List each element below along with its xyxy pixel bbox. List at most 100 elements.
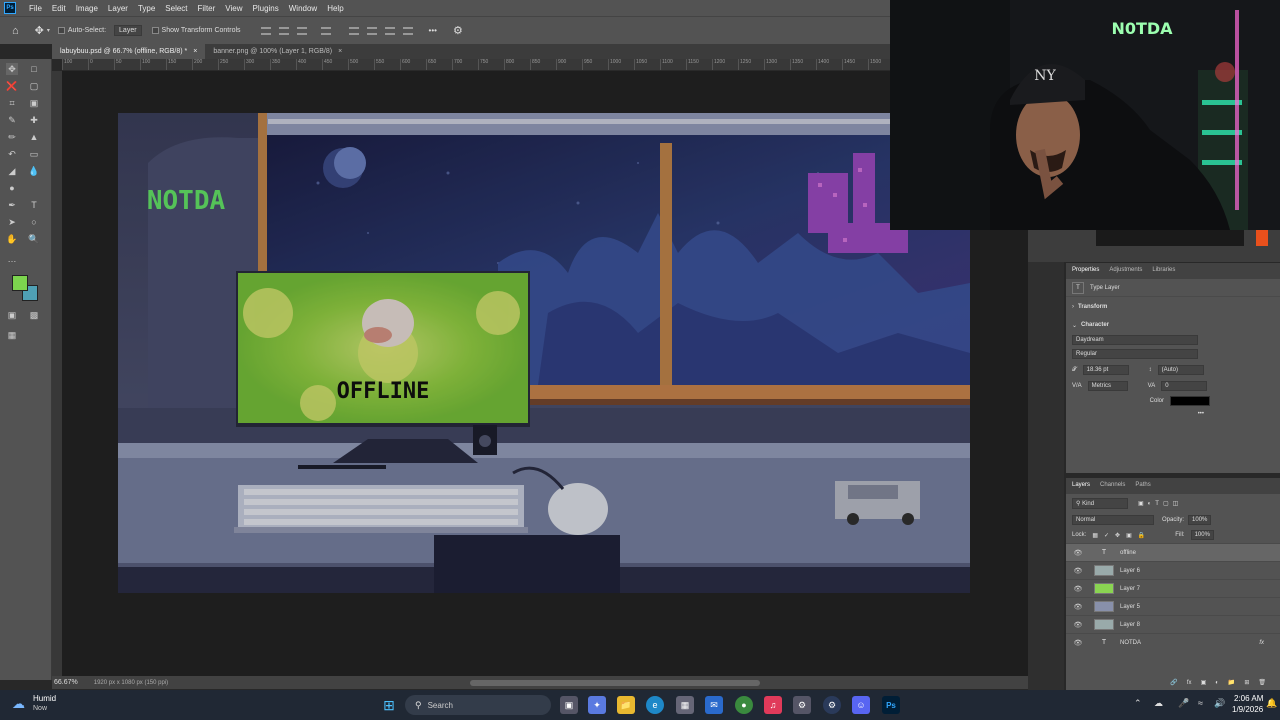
move-tool-icon[interactable]: ✥ bbox=[6, 63, 18, 75]
healing-icon[interactable]: ✚ bbox=[28, 114, 40, 126]
kerning-field[interactable]: Metrics bbox=[1087, 381, 1128, 391]
menu-select[interactable]: Select bbox=[160, 4, 192, 13]
chevron-up-icon[interactable]: ⌃ bbox=[1134, 698, 1142, 709]
blur-tool-icon[interactable]: 💧 bbox=[28, 165, 40, 177]
lock-paint-icon[interactable]: ✓ bbox=[1104, 532, 1109, 539]
chevron-down-icon[interactable]: ⌄ bbox=[1072, 322, 1077, 329]
discord-icon[interactable]: ☺ bbox=[852, 696, 870, 714]
tab-channels[interactable]: Channels bbox=[1100, 482, 1125, 490]
lock-position-icon[interactable]: ✥ bbox=[1115, 532, 1120, 539]
visibility-eye-icon[interactable]: 👁 bbox=[1072, 603, 1084, 611]
start-icon[interactable]: ⊞ bbox=[380, 696, 398, 714]
pen-tool-icon[interactable]: ✒ bbox=[6, 199, 18, 211]
trash-icon[interactable]: 🗑 bbox=[1258, 679, 1266, 686]
zoom-level[interactable]: 66.67% bbox=[54, 679, 78, 686]
chevron-right-icon[interactable]: › bbox=[1072, 304, 1074, 310]
tracking-field[interactable]: 0 bbox=[1161, 381, 1208, 391]
music-icon[interactable]: ♫ bbox=[764, 696, 782, 714]
layer-row[interactable]: 👁 Layer 8 bbox=[1066, 615, 1280, 633]
adjustment-layer-icon[interactable]: ◐ bbox=[1215, 680, 1219, 686]
menu-help[interactable]: Help bbox=[322, 4, 348, 13]
eraser-tool-icon[interactable]: ▭ bbox=[28, 148, 40, 160]
distribute-icon[interactable] bbox=[320, 26, 331, 35]
wifi-icon[interactable]: ≈ bbox=[1198, 698, 1203, 708]
filter-adjust-icon[interactable]: ◐ bbox=[1148, 501, 1152, 507]
screen-mode-icon[interactable]: ▩ bbox=[28, 309, 40, 321]
document-info[interactable]: 1920 px x 1080 px (150 ppi) bbox=[94, 680, 168, 686]
menu-edit[interactable]: Edit bbox=[47, 4, 71, 13]
volume-icon[interactable]: 🔊 bbox=[1214, 698, 1225, 709]
more-options-button[interactable]: ••• bbox=[1198, 411, 1204, 417]
path-select-icon[interactable]: ➤ bbox=[6, 216, 18, 228]
mail-icon[interactable]: ✉ bbox=[705, 696, 723, 714]
weather-title[interactable]: Humid bbox=[33, 694, 56, 703]
tab-labuybuu[interactable]: labuybuu.psd @ 66.7% (offline, RGB/8) * × bbox=[52, 44, 206, 59]
edit-toolbar-icon[interactable]: ▦ bbox=[6, 329, 18, 341]
file-explorer-icon[interactable]: 📁 bbox=[617, 696, 635, 714]
chrome-icon[interactable]: ● bbox=[735, 696, 753, 714]
distribute-vertical-icon[interactable] bbox=[402, 26, 413, 35]
fx-badge[interactable]: fx bbox=[1259, 640, 1264, 646]
visibility-eye-icon[interactable]: 👁 bbox=[1072, 585, 1084, 593]
transform-section[interactable]: Transform bbox=[1078, 304, 1107, 310]
lock-artboard-icon[interactable]: ▣ bbox=[1126, 532, 1132, 539]
visibility-eye-icon[interactable]: 👁 bbox=[1072, 549, 1084, 557]
new-layer-icon[interactable]: ⊞ bbox=[1244, 679, 1249, 686]
foreground-color-swatch[interactable] bbox=[12, 275, 28, 291]
visibility-eye-icon[interactable]: 👁 bbox=[1072, 639, 1084, 647]
clock-time[interactable]: 2:06 AM bbox=[1234, 694, 1263, 703]
hand-tool-icon[interactable]: ✋ bbox=[6, 233, 18, 245]
menu-window[interactable]: Window bbox=[284, 4, 322, 13]
character-section[interactable]: Character bbox=[1081, 322, 1109, 328]
opacity-field[interactable]: 100% bbox=[1188, 515, 1212, 525]
text-color-swatch[interactable] bbox=[1170, 396, 1210, 406]
fill-field[interactable]: 100% bbox=[1190, 530, 1214, 540]
auto-select-checkbox[interactable]: Auto-Select: bbox=[57, 27, 106, 34]
mic-icon[interactable]: 🎤 bbox=[1178, 698, 1189, 709]
tab-paths[interactable]: Paths bbox=[1135, 482, 1150, 490]
zoom-tool-icon[interactable]: 🔍 bbox=[28, 233, 40, 245]
more-options-button[interactable]: ••• bbox=[429, 26, 437, 35]
tab-banner[interactable]: banner.png @ 100% (Layer 1, RGB/8) × bbox=[205, 44, 350, 59]
add-style-icon[interactable]: fx bbox=[1187, 680, 1192, 686]
shape-tool-icon[interactable]: ○ bbox=[28, 216, 40, 228]
store-icon[interactable]: ▦ bbox=[676, 696, 694, 714]
align-center-icon[interactable] bbox=[278, 26, 289, 35]
close-icon[interactable]: × bbox=[338, 48, 342, 55]
notification-icon[interactable]: 🔔 bbox=[1266, 698, 1277, 709]
chevron-down-icon[interactable]: ▾ bbox=[47, 27, 50, 34]
lasso-tool-icon[interactable]: ❌ bbox=[6, 80, 18, 92]
menu-plugins[interactable]: Plugins bbox=[248, 4, 284, 13]
dodge-tool-icon[interactable]: ● bbox=[6, 182, 18, 194]
align-top-icon[interactable] bbox=[348, 26, 359, 35]
close-icon[interactable]: × bbox=[193, 48, 197, 55]
align-right-icon[interactable] bbox=[296, 26, 307, 35]
document-canvas[interactable]: NOTDA OFFLINE bbox=[118, 113, 970, 593]
layer-dropdown[interactable]: Layer bbox=[114, 25, 142, 36]
history-brush-icon[interactable]: ↶ bbox=[6, 148, 18, 160]
link-layers-icon[interactable]: 🔗 bbox=[1170, 679, 1177, 686]
filter-smart-icon[interactable]: ◫ bbox=[1173, 500, 1179, 507]
stamp-tool-icon[interactable]: ▲ bbox=[28, 131, 40, 143]
type-tool-icon[interactable]: T bbox=[28, 199, 40, 211]
menu-type[interactable]: Type bbox=[133, 4, 160, 13]
clock-date[interactable]: 1/9/2026 bbox=[1232, 705, 1263, 714]
weather-icon[interactable]: ☁ bbox=[12, 696, 25, 712]
font-style-select[interactable]: Regular bbox=[1072, 349, 1198, 359]
add-mask-icon[interactable]: ▣ bbox=[1201, 679, 1207, 686]
align-bottom-icon[interactable] bbox=[384, 26, 395, 35]
layer-row[interactable]: 👁 Layer 5 bbox=[1066, 597, 1280, 615]
menu-layer[interactable]: Layer bbox=[103, 4, 133, 13]
steam-icon[interactable]: ⚙ bbox=[823, 696, 841, 714]
font-family-select[interactable]: Daydream bbox=[1072, 335, 1198, 345]
visibility-eye-icon[interactable]: 👁 bbox=[1072, 621, 1084, 629]
edge-icon[interactable]: e bbox=[646, 696, 664, 714]
frame-tool-icon[interactable]: ▣ bbox=[28, 97, 40, 109]
object-select-icon[interactable]: ▢ bbox=[28, 80, 40, 92]
align-middle-icon[interactable] bbox=[366, 26, 377, 35]
menu-filter[interactable]: Filter bbox=[193, 4, 221, 13]
layer-filter-select[interactable]: ⚲ Kind bbox=[1072, 498, 1128, 509]
eyedropper-icon[interactable]: ✎ bbox=[6, 114, 18, 126]
menu-view[interactable]: View bbox=[220, 4, 247, 13]
visibility-eye-icon[interactable]: 👁 bbox=[1072, 567, 1084, 575]
